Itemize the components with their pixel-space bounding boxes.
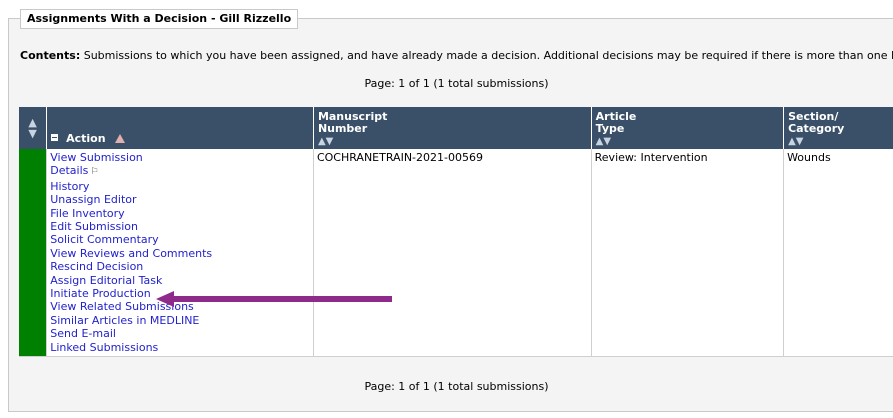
edit-submission-link[interactable]: Edit Submission: [50, 220, 310, 233]
solicit-commentary-link[interactable]: Solicit Commentary: [50, 233, 310, 246]
rescind-decision-link[interactable]: Rescind Decision: [50, 260, 310, 273]
manuscript-header-line2: Number: [317, 122, 368, 135]
pager-bottom: Page: 1 of 1 (1 total submissions): [364, 380, 549, 393]
manuscript-number-cell: COCHRANETRAIN-2021-00569: [313, 149, 592, 358]
article-type-header[interactable]: Article Type ▲▼: [591, 107, 785, 149]
flag-icon: ⚐: [90, 167, 99, 178]
article-header-line2: Type: [595, 122, 625, 135]
section-cell: Wounds: [783, 149, 893, 358]
details-link[interactable]: Details ⚐: [50, 164, 310, 179]
contents-text: Submissions to which you have been assig…: [83, 49, 893, 62]
section-category-header[interactable]: Section/ Category ▲▼: [783, 107, 893, 149]
action-header-label: Action: [66, 132, 106, 145]
collapse-icon[interactable]: [51, 134, 59, 141]
sort-down-icon[interactable]: ▼: [28, 128, 36, 139]
details-label: Details: [50, 164, 89, 178]
sort-arrows-icon[interactable]: ▲▼: [596, 137, 611, 147]
contents-description: Contents: Submissions to which you have …: [20, 49, 893, 62]
action-column-header: Action: [46, 107, 314, 149]
section-header-line2: Category: [788, 122, 845, 135]
manuscript-number-header[interactable]: Manuscript Number ▲▼: [313, 107, 592, 149]
table-row: View Submission Details ⚐ History Unassig…: [19, 149, 893, 358]
status-indicator: [19, 149, 48, 358]
file-inventory-link[interactable]: File Inventory: [50, 207, 310, 220]
warning-icon: [115, 134, 126, 143]
history-link[interactable]: History: [50, 180, 310, 193]
unassign-editor-link[interactable]: Unassign Editor: [50, 193, 310, 206]
contents-label: Contents:: [20, 49, 81, 62]
article-type-cell: Review: Intervention: [591, 149, 785, 358]
view-reviews-link[interactable]: View Reviews and Comments: [50, 247, 310, 260]
sort-arrows-icon[interactable]: ▲▼: [318, 137, 333, 147]
send-email-link[interactable]: Send E-mail: [50, 327, 310, 340]
highlight-arrow-icon: [156, 291, 392, 307]
sort-arrows-icon[interactable]: ▲▼: [788, 137, 803, 147]
view-submission-link[interactable]: View Submission: [50, 151, 310, 164]
pager-top: Page: 1 of 1 (1 total submissions): [364, 77, 549, 90]
submissions-table: ▲ ▼ Action Manuscript Number ▲▼ Article …: [19, 107, 893, 358]
action-links: View Submission Details ⚐ History Unassig…: [46, 149, 314, 358]
linked-submissions-link[interactable]: Linked Submissions: [50, 341, 310, 354]
row-sort-header[interactable]: ▲ ▼: [19, 107, 48, 149]
assign-editorial-task-link[interactable]: Assign Editorial Task: [50, 274, 310, 287]
similar-articles-link[interactable]: Similar Articles in MEDLINE: [50, 314, 310, 327]
panel-title: Assignments With a Decision - Gill Rizze…: [20, 9, 299, 29]
